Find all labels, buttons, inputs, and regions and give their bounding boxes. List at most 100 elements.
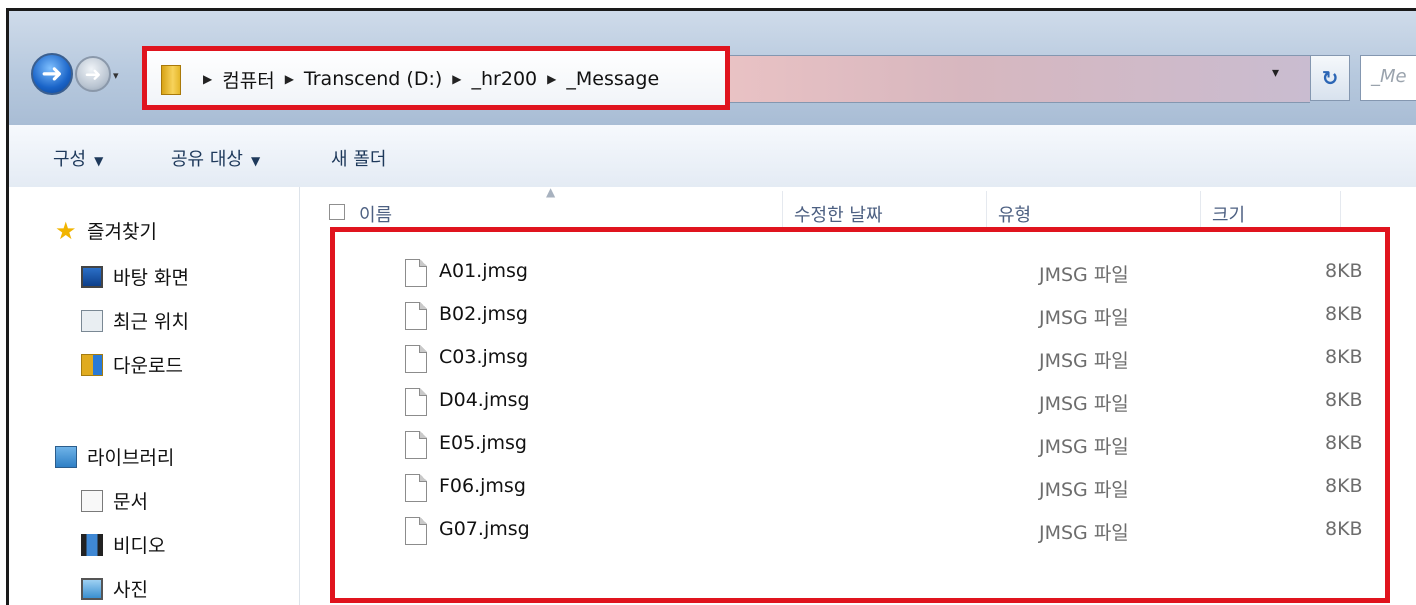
nav-recent-places[interactable]: 최근 위치	[81, 307, 189, 334]
file-list: A01.jmsg JMSG 파일 8KB B02.jmsg JMSG 파일 8K…	[330, 227, 1390, 603]
picture-icon	[81, 577, 103, 600]
organize-label: 구성	[53, 149, 87, 170]
breadcrumb-computer[interactable]: 컴퓨터	[222, 66, 274, 93]
file-list-pane: ▲ 이름 수정한 날짜 유형 크기 A01.jmsg JMSG 파일 8KB B…	[300, 185, 1416, 605]
breadcrumb-separator[interactable]: ▶	[547, 72, 556, 86]
file-row[interactable]: E05.jmsg JMSG 파일 8KB	[335, 425, 1385, 463]
forward-arrow-icon: ➜	[84, 62, 102, 86]
new-folder-button[interactable]: 새 폴더	[331, 145, 386, 171]
file-name: E05.jmsg	[439, 432, 527, 454]
video-icon	[81, 533, 103, 556]
desktop-icon	[81, 265, 103, 288]
explorer-window: ➜ ➜ ▾ ▶ 컴퓨터 ▶ Transcend (D:) ▶ _hr200 ▶ …	[6, 8, 1416, 605]
nav-downloads[interactable]: 다운로드	[81, 351, 183, 378]
nav-desktop-label: 바탕 화면	[113, 267, 189, 289]
refresh-button[interactable]: ↻	[1310, 55, 1350, 101]
chevron-down-icon: ▼	[94, 154, 104, 168]
file-icon	[405, 431, 427, 459]
file-row[interactable]: D04.jmsg JMSG 파일 8KB	[335, 382, 1385, 420]
file-type: JMSG 파일	[1039, 264, 1129, 286]
file-icon	[405, 517, 427, 545]
back-button[interactable]: ➜	[31, 53, 73, 95]
file-icon	[405, 345, 427, 373]
share-with-button[interactable]: 공유 대상 ▼	[171, 145, 260, 171]
file-size: 8KB	[1325, 303, 1363, 325]
breadcrumb-folder-hr200[interactable]: _hr200	[472, 68, 538, 90]
file-icon	[405, 259, 427, 287]
breadcrumb-folder-message[interactable]: _Message	[566, 68, 659, 90]
nav-documents[interactable]: 문서	[81, 487, 148, 514]
new-folder-label: 새 폴더	[331, 149, 387, 170]
folder-icon	[161, 65, 181, 95]
share-with-label: 공유 대상	[171, 149, 243, 170]
column-divider[interactable]	[986, 191, 987, 227]
library-icon	[55, 445, 77, 468]
recent-places-icon	[81, 309, 103, 332]
file-icon	[405, 302, 427, 330]
file-size: 8KB	[1325, 518, 1363, 540]
file-row[interactable]: G07.jmsg JMSG 파일 8KB	[335, 511, 1385, 549]
file-size: 8KB	[1325, 475, 1363, 497]
refresh-icon: ↻	[1321, 66, 1339, 90]
nav-pictures-label: 사진	[113, 579, 148, 601]
file-type: JMSG 파일	[1039, 393, 1129, 415]
column-name[interactable]: 이름	[359, 201, 392, 227]
column-type[interactable]: 유형	[998, 201, 1031, 227]
recent-pages-dropdown[interactable]: ▾	[113, 69, 119, 82]
nav-favorites[interactable]: ★ 즐겨찾기	[55, 217, 157, 244]
file-type: JMSG 파일	[1039, 479, 1129, 501]
file-icon	[405, 474, 427, 502]
search-placeholder: _Me	[1371, 66, 1407, 87]
nav-favorites-label: 즐겨찾기	[87, 221, 157, 243]
address-bar-empty-area[interactable]	[730, 55, 1310, 103]
column-divider[interactable]	[1200, 191, 1201, 227]
nav-libraries[interactable]: 라이브러리	[55, 443, 174, 470]
breadcrumb-separator[interactable]: ▶	[285, 72, 294, 86]
breadcrumb: ▶ 컴퓨터 ▶ Transcend (D:) ▶ _hr200 ▶ _Messa…	[193, 61, 659, 97]
nav-recent-label: 최근 위치	[113, 311, 189, 333]
file-size: 8KB	[1325, 260, 1363, 282]
column-header: ▲ 이름 수정한 날짜 유형 크기	[300, 185, 1416, 231]
file-type: JMSG 파일	[1039, 307, 1129, 329]
file-type: JMSG 파일	[1039, 522, 1129, 544]
forward-button[interactable]: ➜	[75, 56, 111, 92]
nav-downloads-label: 다운로드	[113, 355, 183, 377]
nav-videos[interactable]: 비디오	[81, 531, 165, 558]
breadcrumb-separator[interactable]: ▶	[452, 72, 461, 86]
column-size[interactable]: 크기	[1212, 201, 1245, 227]
organize-button[interactable]: 구성 ▼	[53, 145, 103, 171]
file-row[interactable]: F06.jmsg JMSG 파일 8KB	[335, 468, 1385, 506]
downloads-icon	[81, 353, 103, 376]
breadcrumb-separator[interactable]: ▶	[203, 72, 212, 86]
file-name: C03.jmsg	[439, 346, 529, 368]
command-bar: 구성 ▼ 공유 대상 ▼ 새 폴더	[9, 125, 1416, 188]
chevron-down-icon: ▼	[250, 154, 261, 168]
file-size: 8KB	[1325, 389, 1363, 411]
column-divider[interactable]	[1340, 191, 1341, 227]
file-size: 8KB	[1325, 432, 1363, 454]
nav-pictures[interactable]: 사진	[81, 575, 148, 602]
file-name: D04.jmsg	[439, 389, 530, 411]
file-type: JMSG 파일	[1039, 350, 1129, 372]
file-row[interactable]: A01.jmsg JMSG 파일 8KB	[335, 253, 1385, 291]
file-row[interactable]: B02.jmsg JMSG 파일 8KB	[335, 296, 1385, 334]
address-history-dropdown[interactable]: ▾	[1272, 65, 1279, 81]
breadcrumb-drive[interactable]: Transcend (D:)	[304, 68, 442, 90]
sort-ascending-icon: ▲	[546, 185, 556, 199]
file-icon	[405, 388, 427, 416]
file-name: A01.jmsg	[439, 260, 528, 282]
file-size: 8KB	[1325, 346, 1363, 368]
star-icon: ★	[55, 216, 77, 245]
file-name: F06.jmsg	[439, 475, 526, 497]
column-date-modified[interactable]: 수정한 날짜	[794, 201, 883, 227]
address-bar[interactable]: ▶ 컴퓨터 ▶ Transcend (D:) ▶ _hr200 ▶ _Messa…	[142, 46, 730, 110]
nav-documents-label: 문서	[113, 491, 148, 513]
select-all-checkbox[interactable]	[329, 204, 345, 220]
nav-desktop[interactable]: 바탕 화면	[81, 263, 189, 290]
column-divider[interactable]	[782, 191, 783, 227]
document-icon	[81, 489, 103, 512]
file-type: JMSG 파일	[1039, 436, 1129, 458]
search-input[interactable]: _Me	[1360, 55, 1416, 101]
navigation-pane: ★ 즐겨찾기 바탕 화면 최근 위치 다운로드 라이브러리 문서 비디오 사진	[9, 187, 300, 605]
file-row[interactable]: C03.jmsg JMSG 파일 8KB	[335, 339, 1385, 377]
